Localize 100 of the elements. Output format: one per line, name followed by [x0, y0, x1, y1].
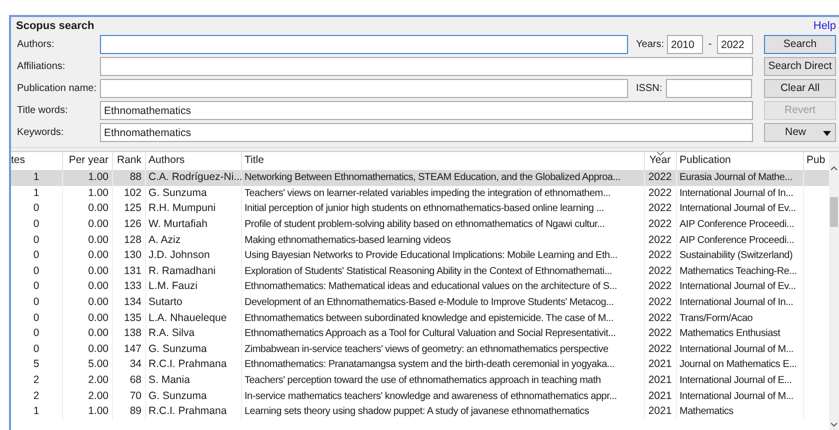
scroll-down-icon[interactable] — [830, 422, 838, 428]
table-cell: R.C.I. Prahmana — [145, 357, 241, 373]
table-cell: G. Sunzuma — [145, 342, 241, 358]
table-cell: 2 — [11, 372, 62, 388]
table-cell: 102 — [112, 186, 145, 202]
table-cell: Eurasia Journal of Mathe... — [676, 170, 803, 186]
field-label: Affiliations: — [17, 60, 66, 74]
help-link[interactable]: Help — [813, 18, 836, 34]
table-cell: 0 — [11, 310, 62, 326]
table-cell: 125 — [112, 201, 145, 217]
table-cell: Mathematics — [676, 404, 803, 420]
table-cell: AIP Conference Proceedi... — [676, 216, 803, 232]
button[interactable]: New — [764, 123, 836, 142]
table-cell: J.D. Johnson — [145, 248, 241, 264]
sort-icon — [656, 152, 664, 156]
table-cell: 2022 — [644, 342, 676, 358]
table-cell: 2022 — [644, 216, 676, 232]
table-cell: L.A. Nhaueleque — [145, 310, 241, 326]
input-field[interactable]: Ethnomathematics — [100, 101, 753, 120]
table-cell: International Journal of E... — [676, 372, 803, 388]
table-cell: 134 — [112, 294, 145, 310]
table-cell: 2021 — [644, 357, 676, 373]
table-row[interactable]: 1 1.00 88 C.A. Rodríguez-Ni... Networking Between Ethnomathematics, STEAM Education, and the Globalized Approa... 2022 Eurasia Journal of Mathe... — [11, 170, 829, 186]
table-cell: Using Bayesian Networks to Provide Educational Implications: Mobile Learning and Eth... — [241, 248, 644, 264]
scrollbar-thumb[interactable] — [830, 196, 838, 226]
table-cell: 2 — [11, 388, 62, 404]
table-cell: Ethnomathematics between subordinated knowledge and epistemicide. The case of M... — [241, 310, 644, 326]
table-cell: International Journal of In... — [676, 294, 803, 310]
field-label: Publication name: — [17, 82, 98, 96]
input-field[interactable]: 2010 — [667, 35, 703, 54]
scroll-up-icon[interactable] — [830, 165, 838, 171]
table-cell: International Journal of Ev... — [676, 201, 803, 217]
table-cell: Initial perception of junior high students on ethnomathematics-based online learning ... — [241, 201, 644, 217]
table-cell: 0.00 — [62, 232, 112, 248]
table-cell: 2022 — [644, 326, 676, 342]
table-cell: 2.00 — [62, 388, 112, 404]
table-cell: 1 — [11, 186, 62, 202]
input-field[interactable] — [100, 35, 628, 54]
table-cell: Networking Between Ethnomathematics, STEAM Education, and the Globalized Approa... — [241, 170, 644, 186]
table-cell: 0 — [11, 326, 62, 342]
table-cell: 2021 — [644, 388, 676, 404]
button[interactable]: Clear All — [764, 79, 836, 98]
table-cell: Ethnomathematics: Pranatamangsa system and the birth-death ceremonial in yogyaka... — [241, 357, 644, 373]
table-cell: W. Murtafiah — [145, 216, 241, 232]
table-cell: 0.00 — [62, 342, 112, 358]
table-cell: 5 — [11, 357, 62, 373]
table-cell: C.A. Rodríguez-Ni... — [145, 170, 241, 186]
dash: - — [707, 36, 713, 52]
table-cell: 128 — [112, 232, 145, 248]
table-cell: 2022 — [644, 264, 676, 280]
table-cell: 138 — [112, 326, 145, 342]
table-cell: 0 — [11, 342, 62, 358]
table-cell: 0.00 — [62, 310, 112, 326]
table-cell: Sustainability (Switzerland) — [676, 248, 803, 264]
field-label: ISSN: — [636, 82, 664, 96]
table-cell: International Journal of M... — [676, 388, 803, 404]
scrollbar[interactable] — [829, 152, 839, 430]
table-cell: 2022 — [644, 279, 676, 295]
table-cell: International Journal of M... — [676, 342, 803, 358]
table-cell: 0.00 — [62, 264, 112, 280]
table-cell: Ethnomathematics Approach as a Tool for Cultural Valuation and Social Representativit... — [241, 326, 644, 342]
table-cell: 1.00 — [62, 186, 112, 202]
table-cell: AIP Conference Proceedi... — [676, 232, 803, 248]
input-field[interactable] — [100, 79, 628, 98]
button[interactable]: Search — [764, 35, 836, 54]
table-cell: 70 — [112, 388, 145, 404]
table-cell: G. Sunzuma — [145, 186, 241, 202]
input-field[interactable] — [100, 57, 753, 76]
table-cell: 34 — [112, 357, 145, 373]
table-cell: 2022 — [644, 201, 676, 217]
table-cell: 88 — [112, 170, 145, 186]
button[interactable]: Search Direct — [764, 57, 836, 76]
table-cell: 1 — [11, 404, 62, 420]
table-cell: Making ethnomathematics-based learning videos — [241, 232, 644, 248]
table-cell: G. Sunzuma — [145, 388, 241, 404]
table-cell: A. Aziz — [145, 232, 241, 248]
table-cell: Profile of student problem-solving ability based on ethnomathematics of Ngawi cultur... — [241, 216, 644, 232]
input-field[interactable]: Ethnomathematics — [100, 123, 753, 142]
table-cell: 2022 — [644, 170, 676, 186]
table-cell: 0 — [11, 201, 62, 217]
table-cell: International Journal of Ev... — [676, 279, 803, 295]
table-cell: 0 — [11, 264, 62, 280]
table-cell: 0.00 — [62, 248, 112, 264]
table-cell: 0.00 — [62, 326, 112, 342]
table-cell: Teachers' views on learner-related variables impeding the integration of ethnomathem... — [241, 186, 644, 202]
table-cell: Trans/Form/Acao — [676, 310, 803, 326]
field-label: Years: — [636, 38, 665, 52]
table-cell: R.H. Mumpuni — [145, 201, 241, 217]
field-label: Keywords: — [17, 126, 65, 140]
table-cell: R.A. Silva — [145, 326, 241, 342]
table-cell: 0 — [11, 216, 62, 232]
table-cell: 0.00 — [62, 294, 112, 310]
table-cell: 0.00 — [62, 279, 112, 295]
input-field[interactable]: 2022 — [717, 35, 753, 54]
table-cell: R. Ramadhani — [145, 264, 241, 280]
table-cell: 2022 — [644, 310, 676, 326]
table-cell: 147 — [112, 342, 145, 358]
input-field[interactable] — [666, 79, 752, 98]
table-cell: L.M. Fauzi — [145, 279, 241, 295]
table-cell: 0 — [11, 232, 62, 248]
